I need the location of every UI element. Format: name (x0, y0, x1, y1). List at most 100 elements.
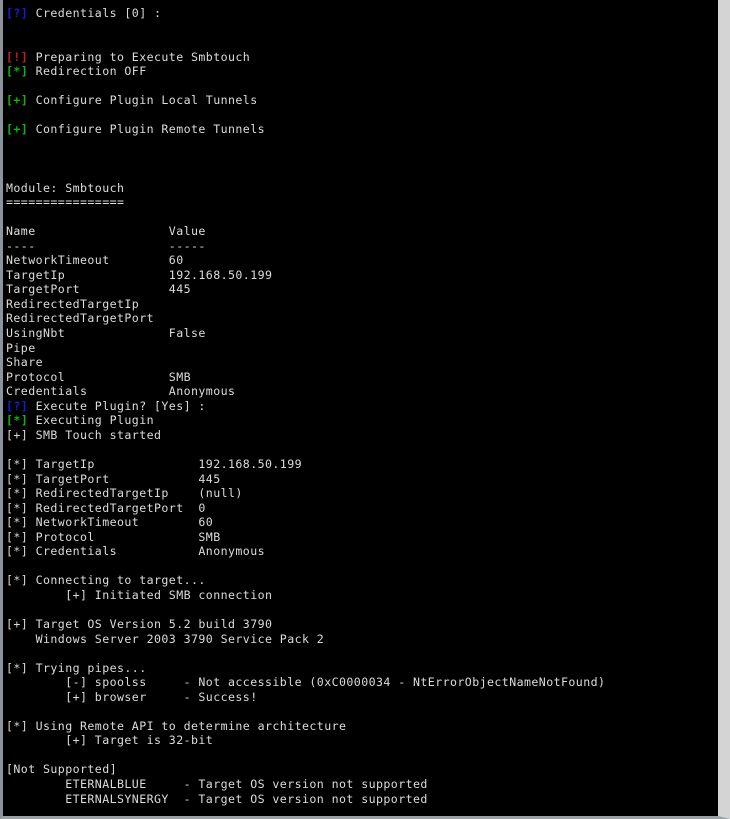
line-text: Name Value (6, 224, 206, 239)
line-text: Executing Plugin (28, 413, 155, 428)
terminal-line: Windows Server 2003 3790 Service Pack 2 (6, 632, 718, 647)
terminal-line: TargetPort 445 (6, 282, 718, 297)
line-text: Trying pipes... (28, 660, 147, 675)
terminal-line: [?] Credentials [0] : (6, 6, 718, 21)
line-text: Target OS Version 5.2 build 3790 (28, 616, 273, 631)
line-text: RedirectedTargetIp (null) (28, 486, 243, 501)
status-tag: [*] (6, 718, 29, 733)
line-text: Preparing to Execute Smbtouch (28, 49, 251, 64)
line-text: TargetPort 445 (28, 471, 221, 486)
terminal-line: [+] SMB Touch started (6, 428, 718, 443)
terminal-line: [*] Trying pipes... (6, 661, 718, 676)
terminal-line: [?] Execute Plugin? [Yes] : (6, 399, 718, 414)
line-text: [Not Supported] (6, 762, 118, 777)
terminal-line: [*] TargetPort 445 (6, 472, 718, 487)
line-text: Redirection OFF (28, 64, 147, 79)
terminal-line: [+] Configure Plugin Remote Tunnels (6, 122, 718, 137)
terminal-line: [*] Connecting to target... (6, 573, 718, 588)
terminal-line: [*] RedirectedTargetPort 0 (6, 501, 718, 516)
status-tag: [+] (6, 122, 29, 137)
status-tag: [?] (6, 6, 29, 20)
line-text: Credentials Anonymous (28, 544, 266, 559)
status-tag: [*] (6, 544, 29, 559)
terminal-line: [*] Credentials Anonymous (6, 544, 718, 559)
status-tag: [*] (6, 456, 29, 471)
terminal-line: Credentials Anonymous (6, 384, 718, 399)
line-text: Configure Plugin Remote Tunnels (28, 122, 266, 137)
line-text: RedirectedTargetPort (6, 311, 155, 326)
line-text: TargetIp 192.168.50.199 (28, 456, 303, 471)
line-text: Protocol SMB (28, 529, 221, 544)
line-text: Using Remote API to determine architectu… (28, 718, 347, 733)
terminal-output[interactable]: [?] Credentials [0] : [!] Preparing to Ex… (3, 0, 718, 816)
status-tag: [*] (6, 515, 29, 530)
terminal-line: [Not Supported] (6, 762, 718, 777)
line-text: ETERNALBLUE - Target OS version not supp… (6, 776, 428, 791)
status-tag: [*] (6, 573, 29, 588)
terminal-line: [*] NetworkTimeout 60 (6, 515, 718, 530)
line-text: Windows Server 2003 3790 Service Pack 2 (6, 631, 325, 646)
terminal-window[interactable]: [?] Credentials [0] : [!] Preparing to Ex… (0, 0, 730, 819)
status-tag: [+] (6, 427, 29, 442)
line-text: ETERNALSYNERGY - Target OS version not s… (6, 791, 428, 806)
terminal-line: ---- ----- (6, 239, 718, 254)
terminal-line: Protocol SMB (6, 370, 718, 385)
terminal-line: [*] Redirection OFF (6, 64, 718, 79)
line-text: ---- ----- (6, 238, 206, 253)
terminal-line: [*] Executing Plugin (6, 413, 718, 428)
line-text: Configure Plugin Local Tunnels (28, 93, 258, 108)
line-text: ================ (6, 195, 125, 210)
status-tag: [*] (6, 486, 29, 501)
status-tag: [+] (6, 616, 29, 631)
line-text: TargetIp 192.168.50.199 (6, 267, 273, 282)
line-text: RedirectedTargetPort 0 (28, 500, 206, 515)
terminal-line: [*] RedirectedTargetIp (null) (6, 486, 718, 501)
line-text: Execute Plugin? [Yes] : (28, 398, 206, 413)
status-tag: [*] (6, 64, 29, 79)
terminal-line: [+] Target is 32-bit (6, 733, 718, 748)
status-tag: [*] (6, 529, 29, 544)
terminal-line: Pipe (6, 341, 718, 356)
line-text: NetworkTimeout 60 (6, 253, 184, 268)
terminal-line: [+] Configure Plugin Local Tunnels (6, 93, 718, 108)
status-tag: [+] (6, 93, 29, 108)
line-text: UsingNbt False (6, 326, 206, 341)
terminal-line: Share (6, 355, 718, 370)
terminal-line: RedirectedTargetIp (6, 297, 718, 312)
terminal-line: [+] Target OS Version 5.2 build 3790 (6, 617, 718, 632)
line-text: Credentials Anonymous (6, 384, 236, 399)
terminal-line: Name Value (6, 224, 718, 239)
line-text: Credentials [0] : (28, 6, 162, 20)
status-tag: [!] (6, 49, 29, 64)
terminal-line: [+] Initiated SMB connection (6, 588, 718, 603)
line-text: Module: Smbtouch (6, 180, 125, 195)
terminal-line: UsingNbt False (6, 326, 718, 341)
terminal-line: [*] Using Remote API to determine archit… (6, 719, 718, 734)
terminal-line: [+] browser - Success! (6, 690, 718, 705)
terminal-line: [*] TargetIp 192.168.50.199 (6, 457, 718, 472)
terminal-line: [-] spoolss - Not accessible (0xC0000034… (6, 675, 718, 690)
line-text: Connecting to target... (28, 573, 206, 588)
line-text: RedirectedTargetIp (6, 296, 140, 311)
status-tag: [*] (6, 471, 29, 486)
line-text: Protocol SMB (6, 369, 192, 384)
status-tag: [*] (6, 500, 29, 515)
line-text: [+] browser - Success! (6, 689, 258, 704)
terminal-line: NetworkTimeout 60 (6, 253, 718, 268)
line-text: Share (6, 355, 44, 370)
terminal-line: RedirectedTargetPort (6, 311, 718, 326)
line-text: NetworkTimeout 60 (28, 515, 214, 530)
terminal-line: TargetIp 192.168.50.199 (6, 268, 718, 283)
